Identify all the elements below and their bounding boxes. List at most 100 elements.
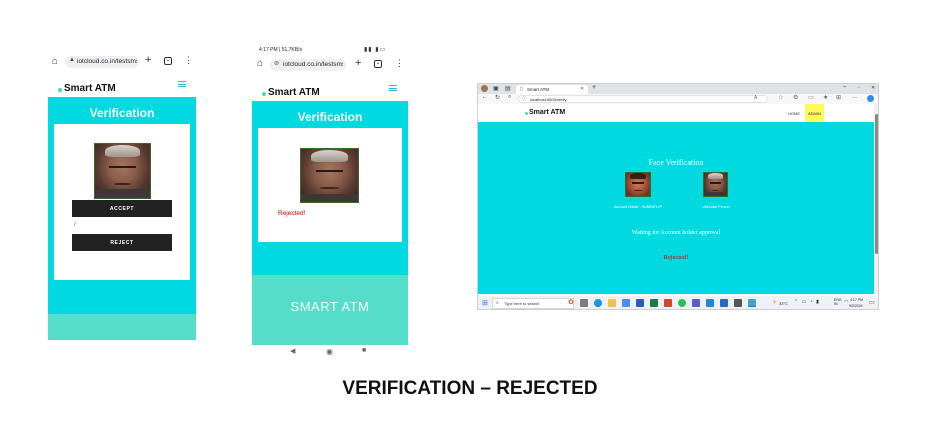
logo-dot <box>262 92 266 96</box>
accept-button[interactable]: ACCEPT <box>72 200 172 217</box>
home-icon[interactable]: ⌂ <box>257 58 263 69</box>
whatsapp-icon[interactable] <box>678 299 686 307</box>
close-window-icon[interactable]: ✕ <box>871 85 875 91</box>
read-aloud-icon[interactable]: A <box>754 95 757 101</box>
maximize-icon[interactable]: ▫ <box>858 85 860 91</box>
vscode-icon[interactable] <box>706 299 714 307</box>
photos-icon[interactable] <box>748 299 756 307</box>
footer-brand: SMART ATM <box>290 299 370 314</box>
android-nav-bar: ◀ ◉ ■ <box>252 347 408 359</box>
copilot-icon[interactable] <box>867 95 874 102</box>
separator-slash: / <box>74 222 76 228</box>
brand-title[interactable]: Smart ATM <box>268 87 320 98</box>
tab-title: Smart ATM <box>527 87 550 92</box>
face-verification-heading: Face Verification <box>648 158 704 167</box>
notification-icon[interactable]: ▭ <box>869 299 875 306</box>
verification-heading: Verification <box>89 106 155 120</box>
recents-icon[interactable]: ■ <box>362 347 366 354</box>
unknown-person-label: Unknown Person <box>702 205 730 209</box>
home-circle-icon[interactable]: ◉ <box>326 347 333 356</box>
camera-icon[interactable] <box>734 299 742 307</box>
collections-icon[interactable]: ⊞ <box>836 94 841 101</box>
word-icon[interactable] <box>636 299 644 307</box>
site-info-icon[interactable]: ⊜ <box>274 60 279 67</box>
brand-title[interactable]: Smart ATM <box>64 83 116 94</box>
refresh-icon[interactable]: ↻ <box>495 94 500 101</box>
store-icon[interactable] <box>622 299 630 307</box>
url-bar[interactable]: ⊜ iotcloud.co.in/testsms <box>270 59 346 71</box>
widgets-icon[interactable]: ✿ <box>568 298 574 306</box>
weather-temp: 33°C <box>779 301 788 306</box>
browser-bar: ⌂ ⊜ iotcloud.co.in/testsms + ▪ ⋮ <box>252 57 408 73</box>
minimize-icon[interactable]: – <box>843 84 846 90</box>
workspaces-icon[interactable]: ▣ <box>493 85 499 92</box>
split-screen-icon[interactable]: ▭ <box>808 94 814 101</box>
system-tray-icons[interactable]: ⌃ ▭ ◔ ▮ <box>794 299 820 305</box>
favorites-bar-icon[interactable]: ★ <box>823 94 828 101</box>
more-menu-icon[interactable]: ⋮ <box>184 55 193 66</box>
new-tab-icon[interactable]: + <box>355 57 361 69</box>
file-explorer-icon[interactable] <box>608 299 616 307</box>
verification-heading: Verification <box>297 110 363 124</box>
lock-icon: ▲ <box>69 57 75 63</box>
tab-actions-icon[interactable]: ▤ <box>505 85 511 92</box>
nav-home-link[interactable]: HOME <box>788 111 800 116</box>
tab-count-icon[interactable]: ▪ <box>374 60 382 68</box>
excel-icon[interactable] <box>650 299 658 307</box>
tab-count-icon[interactable]: ▪ <box>164 57 172 65</box>
nav-admin-link[interactable]: ADMIN <box>805 104 824 122</box>
wifi-icon[interactable]: ◠ <box>844 299 848 305</box>
hamburger-menu-icon[interactable] <box>178 81 186 87</box>
teal-panel: Verification Rejected! <box>252 101 408 275</box>
teams-icon[interactable] <box>692 299 700 307</box>
taskbar-search-box[interactable]: ⌕ Type here to search <box>492 298 574 309</box>
powerpoint-icon[interactable] <box>664 299 672 307</box>
more-menu-icon[interactable]: ⋮ <box>395 58 404 69</box>
rejected-status: Rejected! <box>278 210 306 217</box>
close-tab-icon[interactable]: ✕ <box>580 86 584 92</box>
favorite-icon[interactable]: ☆ <box>778 94 783 101</box>
home-icon[interactable]: ⌂ <box>52 56 58 67</box>
extensions-icon[interactable]: ⚙ <box>793 94 798 101</box>
phone-screenshot-rejected: 4:17 PM | 51.7KB/s ▮▮ ▮▭ ⌂ ⊜ iotcloud.co… <box>252 44 408 360</box>
task-view-icon[interactable] <box>580 299 588 307</box>
outlook-icon[interactable] <box>720 299 728 307</box>
mint-footer: SMART ATM <box>252 275 408 345</box>
info-icon: ⓘ <box>522 96 527 101</box>
back-icon[interactable]: ◀ <box>290 347 295 355</box>
url-text: localhost:5000/verify <box>530 97 567 102</box>
url-text: iotcloud.co.in/testsms <box>77 58 137 65</box>
url-bar[interactable]: ⓘ localhost:5000/verify <box>518 95 768 103</box>
phone-screenshot-accept-reject: ⌂ ▲ iotcloud.co.in/testsms + ▪ ⋮ Smart A… <box>48 48 196 340</box>
clock-date[interactable]: 5/3/2024 <box>849 304 863 308</box>
signal-battery-icon: ▮▮ ▮▭ <box>364 47 387 53</box>
hamburger-menu-icon[interactable] <box>389 85 397 91</box>
clock-time[interactable]: 4:17 PM <box>850 298 863 302</box>
language-indicator[interactable]: ENG IN <box>834 298 842 306</box>
teal-content: Face Verification Account Holder : SUBRA… <box>478 122 874 294</box>
captured-face-image <box>94 143 151 199</box>
url-bar[interactable]: ▲ iotcloud.co.in/testsms <box>65 56 139 68</box>
settings-more-icon[interactable]: … <box>852 94 858 100</box>
verification-card: Rejected! <box>258 128 402 242</box>
profile-icon[interactable] <box>481 85 488 92</box>
taskbar-search-placeholder: Type here to search <box>504 301 540 306</box>
back-icon[interactable]: ← <box>482 94 488 100</box>
nav-admin-label: ADMIN <box>808 111 821 116</box>
unknown-person-face-image <box>703 172 728 197</box>
rejected-status: Rejected! <box>663 254 689 261</box>
windows-start-icon[interactable]: ⊞ <box>482 299 488 307</box>
slide-caption: VERIFICATION – REJECTED <box>342 378 598 399</box>
active-tab[interactable]: ▯ Smart ATM ✕ <box>516 85 588 94</box>
edge-browser-icon[interactable] <box>594 299 602 307</box>
waiting-approval-text: Waiting for Account holder approval <box>631 230 721 236</box>
brand-title[interactable]: Smart ATM <box>529 109 565 116</box>
new-tab-icon[interactable]: + <box>592 84 596 91</box>
search-icon[interactable]: ⌕ <box>508 94 511 101</box>
desktop-screenshot: ▣ ▤ ▯ Smart ATM ✕ + – ▫ ✕ ← ↻ ⌕ ⓘ localh… <box>477 83 879 310</box>
scrollbar-thumb[interactable] <box>875 114 878 254</box>
new-tab-icon[interactable]: + <box>145 54 151 66</box>
reject-button[interactable]: REJECT <box>72 234 172 251</box>
vertical-scrollbar[interactable] <box>874 104 878 294</box>
captured-face-image <box>300 148 359 203</box>
